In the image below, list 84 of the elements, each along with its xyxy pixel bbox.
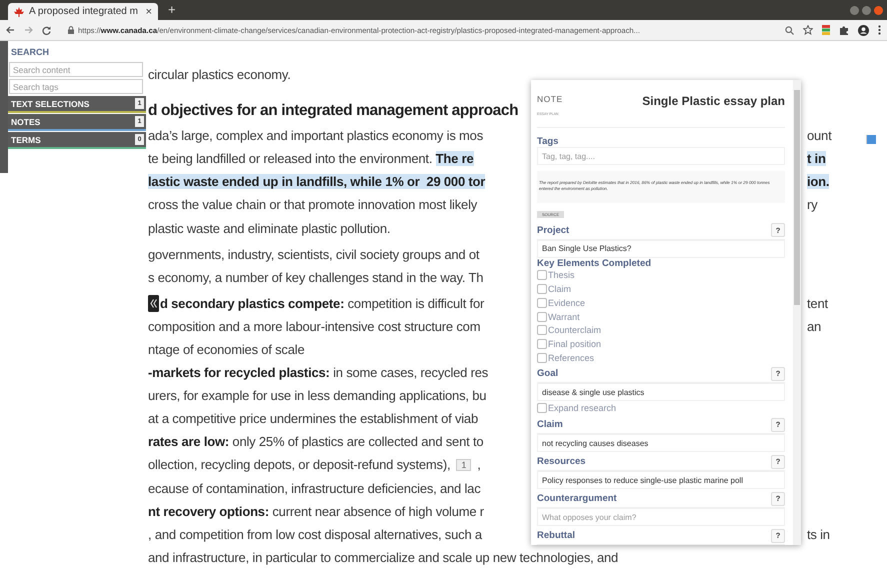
input-field[interactable]: Ban Single Use Plastics? [537, 240, 785, 258]
checkbox-label: Expand research [548, 403, 616, 414]
reload-icon[interactable] [42, 26, 51, 34]
extension-icon[interactable] [822, 25, 830, 35]
field-label: Rebuttal [537, 530, 575, 542]
field-label: Counterargument [537, 493, 617, 504]
scrollbar[interactable] [793, 80, 801, 545]
text-line: ry [807, 197, 818, 212]
checkbox[interactable] [537, 352, 547, 363]
checkbox-label: Claim [548, 284, 572, 294]
collapse-icon[interactable] [148, 294, 159, 312]
tab-title: A proposed integrated m [29, 6, 139, 17]
new-tab-button[interactable]: + [168, 2, 176, 16]
input-field[interactable]: disease & single use plastics [537, 383, 785, 402]
text-line: cross the value chain or that promote innovation most likely [148, 197, 478, 212]
browser-tab[interactable]: A proposed integrated m × [8, 3, 158, 20]
input-field[interactable]: Policy responses to reduce single-use plastic marine poll [537, 471, 785, 490]
lock-icon [68, 26, 74, 34]
checkbox-label: Thesis [548, 270, 575, 280]
checkbox[interactable] [537, 312, 547, 322]
scrollbar-thumb[interactable] [794, 90, 800, 305]
checkbox-label: Final position [548, 338, 602, 349]
text-line: tent [807, 296, 828, 311]
text-line: s economy, a number of key challenges stand in the way. Th [148, 270, 484, 285]
text-line: -markets for recycled plastics: in some cases, recycled res [148, 365, 490, 380]
checkbox[interactable] [537, 298, 547, 308]
text-line: te being landfilled or released into the environment. The re [148, 151, 474, 166]
text-line: ntage of economies of scale [148, 342, 306, 357]
text-line: d secondary plastics compete: competition is difficult for [160, 296, 486, 311]
text-line: circular plastics economy. [148, 67, 292, 82]
field-label: Claim [537, 419, 563, 430]
text-fragment: ollection, recycling depots, or deposit-refund systems), [148, 457, 450, 472]
star-icon[interactable] [803, 25, 813, 35]
checkbox[interactable] [537, 325, 547, 336]
search-field[interactable]: Search content [9, 62, 143, 77]
tags-field[interactable]: Tag, tag, tag.... [537, 147, 785, 165]
field-label: Resources [537, 456, 586, 468]
sidebar-title: SEARCH [10, 46, 50, 59]
checkbox[interactable] [537, 270, 547, 280]
section-heading: d objectives for an integrated management approach [148, 102, 520, 120]
checkbox-label: References [548, 352, 594, 363]
text-line: nt recovery options: current near absence of high volume r [148, 504, 485, 519]
text-line: and infrastructure, in particular to commercialize and scale up new technologies, and [148, 550, 618, 565]
close-tab-button[interactable]: × [146, 6, 152, 18]
search-field[interactable]: Search tags [9, 79, 143, 94]
footnote-badge[interactable]: 1 [456, 458, 472, 471]
field-label: Tags [537, 136, 560, 147]
account-icon[interactable] [858, 24, 869, 36]
input-field[interactable]: What opposes your claim? [537, 508, 785, 526]
text-line: ecause of contamination, infrastructure deficiencies, and lac [148, 480, 482, 496]
minimize-button-icon[interactable] [850, 6, 859, 14]
scroll-marker [866, 135, 876, 144]
puzzle-icon[interactable] [839, 25, 849, 35]
menu-icon[interactable] [878, 25, 881, 35]
back-arrow-icon[interactable] [6, 26, 15, 34]
text-line: , and competition from low cost disposal alternatives, such a [148, 526, 484, 542]
checkbox[interactable] [537, 338, 547, 349]
text-line: governments, industry, scientists, civil society groups and ot [148, 246, 480, 262]
text-fragment: , [477, 457, 481, 472]
text-line: ada’s large, complex and important plastics economy is mos [148, 128, 484, 144]
checkbox-label: Warrant [548, 312, 580, 322]
text-line: at a competitive price undermines the establishment of viab [148, 411, 479, 426]
text-line: an [807, 318, 822, 334]
text-line: ts in [807, 526, 830, 542]
checkbox-label: Counterclaim [548, 325, 602, 336]
note-title: Single Plastic essay plan [642, 94, 785, 108]
text-line: urers, for example for use in less demanding applications, bu [148, 388, 488, 404]
text-line: rates are low: only 25% of plastics are collected and sent to [148, 434, 484, 450]
forward-arrow-icon[interactable] [24, 26, 33, 34]
checkbox-label: Evidence [548, 298, 586, 308]
maple-leaf-icon [14, 6, 24, 16]
maximize-button-icon[interactable] [862, 6, 871, 14]
text-line: plastic waste and eliminate plastic pollution. [148, 220, 392, 236]
note-label: NOTE [537, 94, 563, 104]
checkbox[interactable] [537, 284, 547, 294]
text-line: composition and a more labour-intensive cost structure com [148, 318, 482, 334]
field-label: Key Elements Completed [537, 258, 652, 269]
zoom-icon[interactable] [785, 26, 794, 34]
field-label: Project [537, 224, 570, 236]
checkbox[interactable] [537, 403, 547, 414]
text-line: ount [807, 128, 832, 144]
field-label: Goal [537, 368, 558, 380]
close-window-icon[interactable] [874, 6, 883, 14]
input-field[interactable]: not recycling causes diseases [537, 434, 785, 452]
